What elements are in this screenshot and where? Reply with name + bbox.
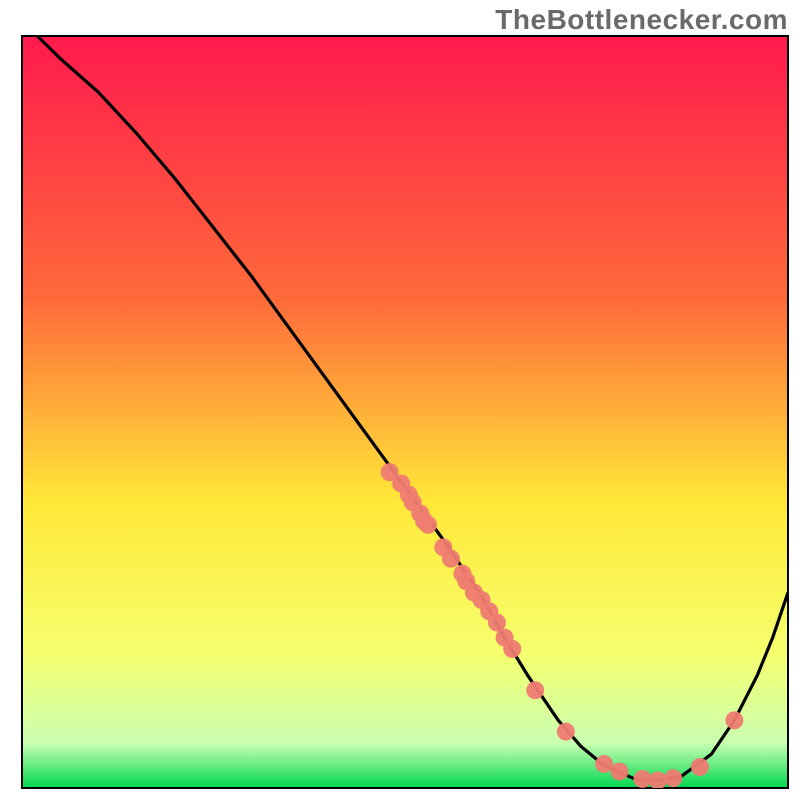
sample-point — [725, 711, 743, 729]
sample-point — [503, 640, 521, 658]
sample-point — [649, 771, 667, 789]
bottleneck-chart — [0, 0, 800, 800]
sample-point — [557, 723, 575, 741]
gradient-background — [22, 36, 788, 788]
sample-point — [419, 516, 437, 534]
sample-point — [526, 681, 544, 699]
sample-point — [610, 762, 628, 780]
watermark-text: TheBottlenecker.com — [495, 4, 788, 36]
sample-point — [633, 770, 651, 788]
sample-point — [442, 550, 460, 568]
sample-point — [664, 769, 682, 787]
sample-point — [691, 758, 709, 776]
sample-point — [595, 755, 613, 773]
chart-container: TheBottlenecker.com — [0, 0, 800, 800]
